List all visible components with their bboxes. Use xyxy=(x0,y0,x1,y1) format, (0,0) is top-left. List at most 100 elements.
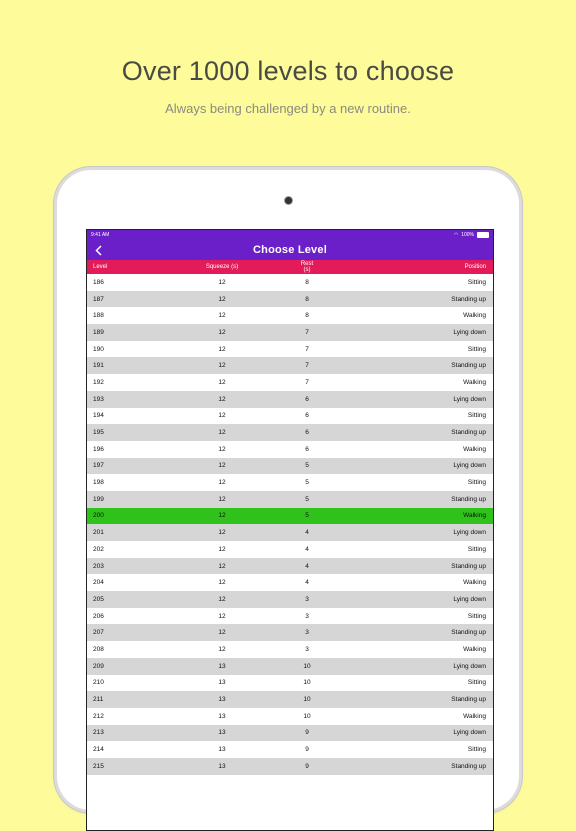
cell-position: Walking xyxy=(463,512,486,520)
cell-position: Sitting xyxy=(467,278,486,286)
cell-position: Walking xyxy=(463,445,486,453)
table-row[interactable]: 194 12 6 Sitting xyxy=(87,407,493,425)
table-row[interactable]: 186 12 8 Sitting xyxy=(87,274,493,291)
cell-position: Sitting xyxy=(467,679,486,687)
cell-position: Lying down xyxy=(453,595,486,603)
cell-rest: 6 xyxy=(305,445,309,453)
cell-squeeze: 12 xyxy=(218,545,226,553)
cell-rest: 9 xyxy=(305,762,309,770)
table-row[interactable]: 208 12 3 Walking xyxy=(87,641,493,658)
cell-squeeze: 12 xyxy=(218,412,226,420)
table-row[interactable]: 198 12 5 Sitting xyxy=(87,474,493,491)
cell-position: Lying down xyxy=(453,462,486,470)
cell-rest: 6 xyxy=(305,412,309,420)
cell-rest: 6 xyxy=(305,429,309,437)
cell-level: 207 xyxy=(93,629,104,637)
cell-rest: 3 xyxy=(305,595,309,603)
cell-position: Sitting xyxy=(467,479,486,487)
cell-rest: 7 xyxy=(305,328,309,336)
header-rest: Rest (s) xyxy=(300,261,314,273)
table-row[interactable]: 197 12 5 Lying down xyxy=(87,457,493,475)
table-row[interactable]: 209 13 10 Lying down xyxy=(87,657,493,675)
table-row[interactable]: 205 12 3 Lying down xyxy=(87,591,493,608)
cell-squeeze: 12 xyxy=(218,429,226,437)
table-row[interactable]: 201 12 4 Lying down xyxy=(87,524,493,541)
table-row[interactable]: 206 12 3 Sitting xyxy=(87,607,493,625)
table-row[interactable]: 212 13 10 Walking xyxy=(87,707,493,725)
table-row[interactable]: 191 12 7 Standing up xyxy=(87,357,493,375)
cell-rest: 9 xyxy=(305,746,309,754)
cell-level: 186 xyxy=(93,278,104,286)
table-row[interactable]: 215 13 9 Standing up xyxy=(87,757,493,775)
cell-rest: 5 xyxy=(305,512,309,520)
cell-level: 202 xyxy=(93,545,104,553)
cell-level: 200 xyxy=(93,512,104,520)
table-row[interactable]: 189 12 7 Lying down xyxy=(87,324,493,341)
page-title: Choose Level xyxy=(253,244,327,256)
cell-rest: 4 xyxy=(305,545,309,553)
table-row[interactable]: 210 13 10 Sitting xyxy=(87,674,493,692)
cell-rest: 5 xyxy=(305,462,309,470)
cell-level: 196 xyxy=(93,445,104,453)
table-row[interactable]: 199 12 5 Standing up xyxy=(87,490,493,508)
cell-rest: 4 xyxy=(305,529,309,537)
table-row[interactable]: 195 12 6 Standing up xyxy=(87,424,493,441)
cell-rest: 4 xyxy=(305,579,309,587)
cell-squeeze: 13 xyxy=(218,746,226,754)
cell-level: 189 xyxy=(93,328,104,336)
cell-level: 199 xyxy=(93,495,104,503)
table-row[interactable]: 204 12 4 Walking xyxy=(87,574,493,592)
table-row[interactable]: 211 13 10 Standing up xyxy=(87,691,493,708)
cell-level: 212 xyxy=(93,712,104,720)
cell-level: 190 xyxy=(93,345,104,353)
cell-squeeze: 12 xyxy=(218,312,226,320)
cell-squeeze: 12 xyxy=(218,612,226,620)
cell-squeeze: 12 xyxy=(218,529,226,537)
cell-position: Walking xyxy=(463,645,486,653)
table-row[interactable]: 213 13 9 Lying down xyxy=(87,724,493,742)
battery-percent: 100% xyxy=(461,232,474,238)
cell-squeeze: 13 xyxy=(218,762,226,770)
header-squeeze: Squeeze (s) xyxy=(205,264,239,270)
cell-position: Walking xyxy=(463,378,486,386)
cell-rest: 10 xyxy=(303,712,311,720)
table-row[interactable]: 193 12 6 Lying down xyxy=(87,390,493,408)
cell-level: 208 xyxy=(93,645,104,653)
cell-position: Standing up xyxy=(451,629,486,637)
table-row[interactable]: 190 12 7 Sitting xyxy=(87,340,493,358)
cell-level: 203 xyxy=(93,562,104,570)
table-row[interactable]: 203 12 4 Standing up xyxy=(87,557,493,575)
cell-rest: 3 xyxy=(305,612,309,620)
cell-level: 195 xyxy=(93,429,104,437)
cell-position: Lying down xyxy=(453,729,486,737)
battery-icon xyxy=(477,232,489,238)
cell-position: Sitting xyxy=(467,345,486,353)
cell-position: Standing up xyxy=(451,429,486,437)
cell-squeeze: 12 xyxy=(218,362,226,370)
tablet-device-frame: 9:41 AM ◠ 100% Choose Level Level Squeez… xyxy=(57,170,519,831)
cell-squeeze: 12 xyxy=(218,378,226,386)
chevron-left-icon[interactable] xyxy=(91,240,105,260)
cell-position: Lying down xyxy=(453,328,486,336)
table-row[interactable]: 196 12 6 Walking xyxy=(87,440,493,458)
cell-rest: 10 xyxy=(303,696,311,704)
cell-rest: 7 xyxy=(305,378,309,386)
table-header: Level Squeeze (s) Rest (s) Position xyxy=(87,260,493,274)
cell-level: 194 xyxy=(93,412,104,420)
table-row[interactable]: 207 12 3 Standing up xyxy=(87,624,493,642)
cell-squeeze: 12 xyxy=(218,495,226,503)
cell-squeeze: 13 xyxy=(218,712,226,720)
cell-position: Sitting xyxy=(467,545,486,553)
header-position: Position xyxy=(464,264,486,270)
table-row[interactable]: 187 12 8 Standing up xyxy=(87,290,493,308)
table-row[interactable]: 214 13 9 Sitting xyxy=(87,741,493,758)
cell-squeeze: 12 xyxy=(218,295,226,303)
table-row[interactable]: 200 12 5 Walking xyxy=(87,507,493,525)
cell-squeeze: 12 xyxy=(218,512,226,520)
table-row[interactable]: 188 12 8 Walking xyxy=(87,307,493,325)
cell-rest: 4 xyxy=(305,562,309,570)
table-row[interactable]: 192 12 7 Walking xyxy=(87,374,493,391)
cell-squeeze: 12 xyxy=(218,328,226,336)
cell-rest: 7 xyxy=(305,345,309,353)
table-row[interactable]: 202 12 4 Sitting xyxy=(87,541,493,558)
